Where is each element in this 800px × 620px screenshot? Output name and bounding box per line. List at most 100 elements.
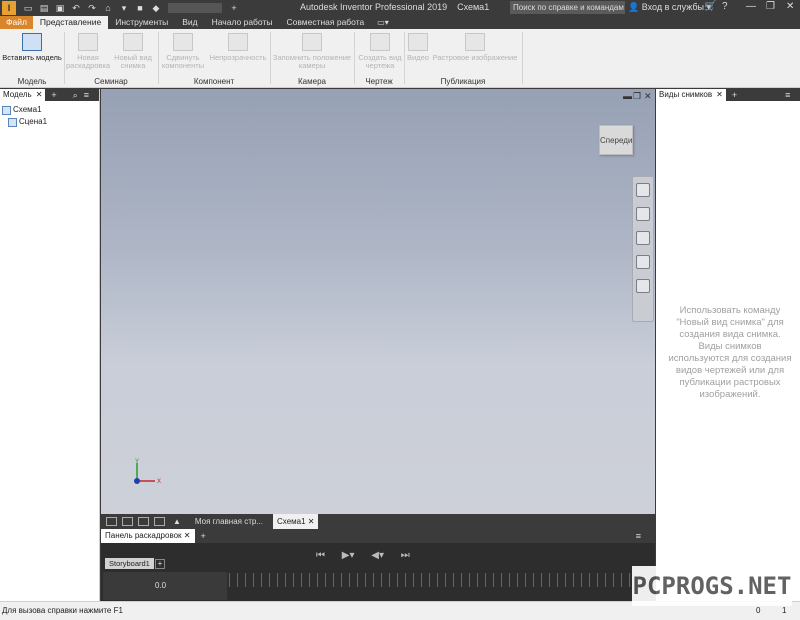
- storyboard-sheet-tab[interactable]: Storyboard1: [105, 558, 154, 569]
- play-reverse-icon[interactable]: ◀▾: [371, 550, 384, 561]
- group-drawing: Чертеж: [365, 77, 393, 86]
- raster-image-button[interactable]: Растровое изображение: [432, 31, 518, 62]
- tab-getting-started[interactable]: Начало работы: [205, 16, 280, 29]
- tab-scheme1[interactable]: Схема1 ✕: [273, 514, 319, 529]
- new-storyboard-button[interactable]: Новая раскадровка: [66, 31, 110, 70]
- group-publish: Публикация: [440, 77, 486, 86]
- storyboard-panel: Панель раскадровок ✕ + ≡ ⏮ ▶▾ ◀▾ ⏭ Story…: [101, 529, 655, 601]
- tab-view[interactable]: Вид: [175, 16, 204, 29]
- restore-icon[interactable]: ❐: [633, 91, 641, 102]
- new-file-icon[interactable]: ▭: [23, 3, 33, 13]
- group-model: Модель: [17, 77, 47, 86]
- minimize-icon[interactable]: —: [746, 1, 756, 12]
- create-drawing-view-button[interactable]: Создать вид чертежа: [356, 31, 404, 70]
- status-count-1: 0: [756, 606, 761, 615]
- open-icon[interactable]: ▤: [39, 3, 49, 13]
- arrange-icon[interactable]: [138, 517, 149, 526]
- restore-icon[interactable]: ❐: [766, 1, 775, 12]
- move-components-button[interactable]: Сдвинуть компоненты: [160, 31, 206, 70]
- go-to-end-icon[interactable]: ⏭: [401, 550, 410, 561]
- add-storyboard-icon[interactable]: +: [155, 559, 165, 569]
- appearance-dropdown[interactable]: [168, 3, 222, 13]
- tab-model[interactable]: Модель ✕: [0, 89, 46, 101]
- timeline-ruler[interactable]: [229, 573, 653, 587]
- new-snapshot-label: Новый вид снимка: [114, 53, 152, 70]
- cascade-icon[interactable]: [122, 517, 133, 526]
- search-icon[interactable]: ⌕: [73, 90, 78, 101]
- user-icon: 👤: [628, 2, 640, 12]
- window-title: Autodesk Inventor Professional 2019 Схема…: [300, 2, 489, 12]
- look-at-icon[interactable]: [636, 279, 650, 293]
- storyboard-header: Панель раскадровок ✕ + ≡: [101, 529, 655, 543]
- minimize-icon[interactable]: ▬: [623, 91, 632, 101]
- viewcube[interactable]: Спереди: [599, 125, 633, 155]
- tree-item-scene[interactable]: Сцена1: [0, 116, 99, 128]
- drawing-view-icon: [370, 33, 390, 51]
- video-button[interactable]: Видео: [406, 31, 430, 62]
- orbit-icon[interactable]: [636, 255, 650, 269]
- signin-button[interactable]: 👤 Вход в службы ▾: [628, 2, 711, 13]
- play-icon[interactable]: ▶▾: [342, 550, 355, 561]
- add-icon[interactable]: +: [229, 3, 239, 13]
- tab-tools[interactable]: Инструменты: [108, 16, 175, 29]
- save-icon[interactable]: ▣: [55, 3, 65, 13]
- snapshot-icon: [123, 33, 143, 51]
- tab-snapshot-views[interactable]: Виды снимков ✕: [656, 89, 726, 101]
- document-title: Схема1: [457, 2, 490, 12]
- close-icon[interactable]: ✕: [786, 1, 794, 12]
- status-message: Для вызова справки нажмите F1: [2, 606, 123, 615]
- move-components-icon: [173, 33, 193, 51]
- pan-icon[interactable]: [636, 207, 650, 221]
- tree-item-label: Схема1: [13, 105, 42, 114]
- close-icon[interactable]: ✕: [308, 517, 315, 526]
- close-icon[interactable]: ✕: [36, 89, 43, 101]
- opacity-icon: [228, 33, 248, 51]
- navigation-bar: [632, 176, 654, 322]
- tab-presentation[interactable]: Представление: [32, 16, 109, 29]
- help-icon[interactable]: ?: [722, 1, 728, 12]
- tile-icon[interactable]: [106, 517, 117, 526]
- appearance-icon[interactable]: ◆: [151, 3, 161, 13]
- help-search-input[interactable]: Поиск по справке и командам: [510, 1, 625, 14]
- new-snapshot-button[interactable]: Новый вид снимка: [111, 31, 155, 70]
- ribbon-panel: Вставить модель Модель Новая раскадровка…: [0, 29, 800, 88]
- home-icon[interactable]: ⌂: [103, 3, 113, 13]
- ribbon-tabs: Файл Представление Инструменты Вид Начал…: [0, 16, 800, 29]
- capture-camera-label: Запомнить положение камеры: [272, 53, 352, 70]
- close-icon[interactable]: ✕: [716, 89, 723, 101]
- redo-icon[interactable]: ↷: [87, 3, 97, 13]
- tab-expand-icon[interactable]: ▲: [169, 514, 185, 529]
- go-to-start-icon[interactable]: ⏮: [316, 550, 325, 561]
- zoom-icon[interactable]: [636, 231, 650, 245]
- steering-wheel-icon[interactable]: [636, 183, 650, 197]
- camera-icon: [302, 33, 322, 51]
- graphics-viewport[interactable]: ▬ ❐ ✕ Спереди Y X: [101, 89, 655, 514]
- close-icon[interactable]: ✕: [184, 531, 191, 540]
- tab-collaborate[interactable]: Совместная работа: [279, 16, 371, 29]
- material-icon[interactable]: ■: [135, 3, 145, 13]
- insert-model-button[interactable]: Вставить модель: [2, 31, 62, 62]
- return-icon[interactable]: ▾: [119, 3, 129, 13]
- add-icon[interactable]: +: [51, 90, 56, 100]
- tab-home-page[interactable]: Моя главная стр...: [191, 514, 267, 529]
- opacity-button[interactable]: Непрозрачность: [207, 31, 269, 62]
- raster-image-icon: [465, 33, 485, 51]
- ribbon-options-icon[interactable]: ▭▾: [377, 16, 389, 29]
- undo-icon[interactable]: ↶: [71, 3, 81, 13]
- tab-file[interactable]: Файл: [0, 16, 33, 29]
- new-storyboard-label: Новая раскадровка: [66, 53, 111, 70]
- app-logo[interactable]: I: [2, 1, 16, 15]
- add-icon[interactable]: +: [201, 531, 206, 541]
- tree-item-scheme[interactable]: Схема1: [0, 104, 99, 116]
- app-title: Autodesk Inventor Professional 2019: [300, 2, 448, 12]
- close-icon[interactable]: ✕: [644, 91, 652, 102]
- cart-icon[interactable]: 🛒: [704, 1, 716, 12]
- add-icon[interactable]: +: [732, 90, 737, 100]
- capture-camera-button[interactable]: Запомнить положение камеры: [272, 31, 352, 70]
- tab-storyboard-panel[interactable]: Панель раскадровок ✕: [101, 529, 195, 543]
- menu-icon[interactable]: ≡: [636, 531, 641, 541]
- title-bar: I ▭ ▤ ▣ ↶ ↷ ⌂ ▾ ■ ◆ + Autodesk Inventor …: [0, 0, 800, 16]
- window-list-icon[interactable]: [154, 517, 165, 526]
- menu-icon[interactable]: ≡: [84, 90, 89, 100]
- menu-icon[interactable]: ≡: [785, 90, 790, 100]
